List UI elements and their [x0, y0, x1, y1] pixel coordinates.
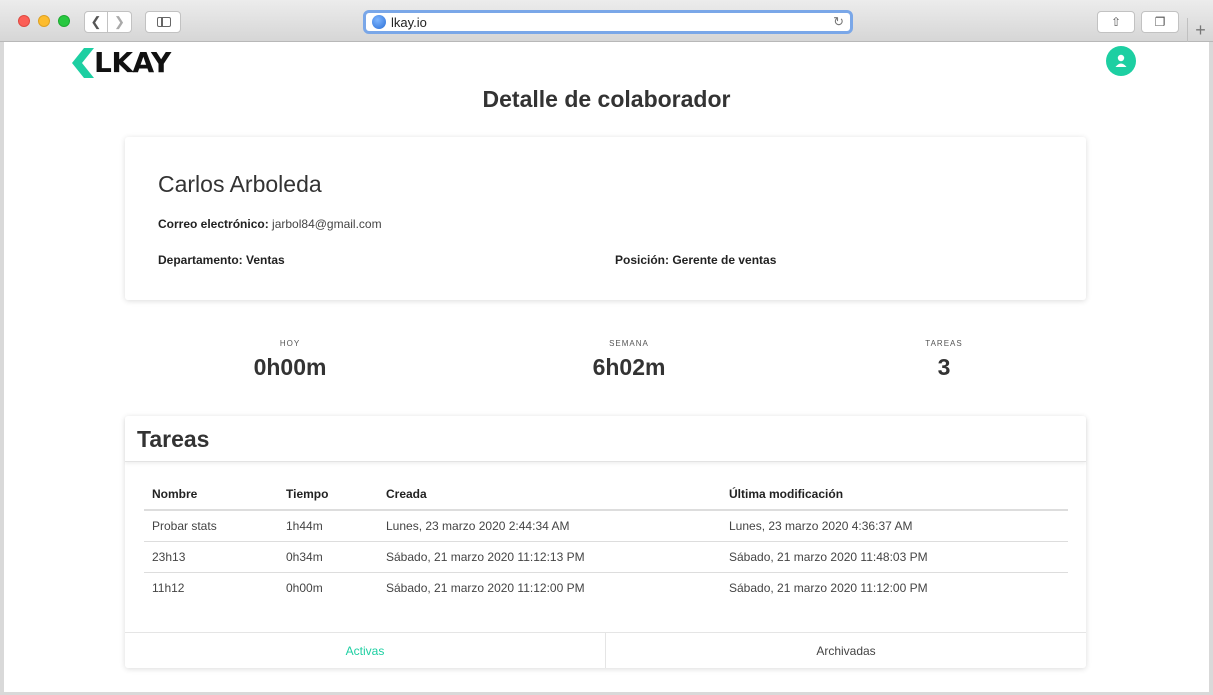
- department-text: Departamento: Ventas: [158, 253, 285, 267]
- task-created: Sábado, 21 marzo 2020 11:12:13 PM: [378, 541, 721, 573]
- minimize-window-button[interactable]: [38, 15, 50, 27]
- address-bar[interactable]: lkay.io ↻: [363, 10, 853, 34]
- employee-name: Carlos Arboleda: [158, 171, 322, 197]
- user-avatar-button[interactable]: [1106, 46, 1136, 76]
- column-header-modified[interactable]: Última modificación: [721, 478, 1068, 511]
- logo[interactable]: LKAY: [72, 46, 171, 79]
- task-time: 0h34m: [278, 541, 378, 573]
- stat-tasks-value: 3: [937, 354, 951, 380]
- user-icon: [1115, 54, 1127, 67]
- plus-icon: +: [1195, 19, 1206, 40]
- email-row: Correo electrónico: jarbol84@gmail.com: [158, 217, 382, 231]
- task-name: 11h12: [152, 580, 185, 595]
- task-name: 23h13: [144, 541, 278, 573]
- tab-overview-button[interactable]: ❐: [1141, 11, 1179, 33]
- email-value: jarbol84@gmail.com: [272, 217, 382, 231]
- new-tab-button[interactable]: +: [1187, 18, 1213, 42]
- logo-mark-icon: [72, 47, 94, 78]
- department-row: Departamento: Ventas: [158, 253, 285, 267]
- stat-tasks: TAREAS 3: [834, 339, 1054, 381]
- chevron-left-icon: ❮: [90, 14, 102, 29]
- tasks-card: Tareas Nombre Tiempo Creada Última modif…: [125, 416, 1086, 668]
- close-window-button[interactable]: [18, 15, 30, 27]
- stat-week-label: SEMANA: [609, 339, 649, 348]
- browser-toolbar: ❮ ❯ lkay.io ↻ ⇧ ❐ +: [0, 0, 1213, 42]
- tab-active-tasks[interactable]: Activas: [125, 633, 606, 668]
- table-row[interactable]: 23h13 0h34m Sábado, 21 marzo 2020 11:12:…: [144, 541, 1068, 573]
- email-label: Correo electrónico:: [158, 217, 269, 231]
- sidebar-icon: [157, 17, 171, 27]
- forward-button[interactable]: ❯: [108, 11, 132, 33]
- globe-icon: [372, 15, 386, 29]
- task-created: Sábado, 21 marzo 2020 11:12:00 PM: [386, 580, 585, 595]
- page: LKAY Detalle de colaborador Carlos Arbol…: [4, 42, 1209, 692]
- task-time: 1h44m: [278, 510, 378, 542]
- zoom-window-button[interactable]: [58, 15, 70, 27]
- tab-archived-tasks[interactable]: Archivadas: [606, 633, 1086, 668]
- position-row: Posición: Gerente de ventas: [615, 253, 776, 267]
- stat-today-label: HOY: [279, 339, 301, 348]
- employee-card: Carlos Arboleda Correo electrónico: jarb…: [125, 137, 1086, 300]
- stat-today: HOY 0h00m: [180, 339, 400, 381]
- url-text: lkay.io: [391, 14, 427, 30]
- logo-text: LKAY: [94, 46, 171, 79]
- share-button[interactable]: ⇧: [1097, 11, 1135, 33]
- sidebar-toggle-button[interactable]: [145, 11, 181, 33]
- table-row[interactable]: 11h12 0h00m Sábado, 21 marzo 2020 11:12:…: [144, 572, 1068, 603]
- stat-week-value: 6h02m: [592, 354, 666, 380]
- reload-icon[interactable]: ↻: [833, 14, 844, 30]
- tasks-header: Tareas: [125, 416, 1086, 462]
- task-tabs: Activas Archivadas: [125, 632, 1086, 668]
- page-title: Detalle de colaborador: [482, 86, 731, 112]
- stat-week: SEMANA 6h02m: [519, 339, 739, 381]
- table-row[interactable]: Probar stats 1h44m Lunes, 23 marzo 2020 …: [144, 510, 1068, 542]
- tasks-title: Tareas: [137, 426, 210, 452]
- column-header-name[interactable]: Nombre: [144, 478, 278, 511]
- task-modified: Sábado, 21 marzo 2020 11:48:03 PM: [721, 541, 1068, 573]
- share-icon: ⇧: [1110, 15, 1122, 29]
- task-name: Probar stats: [144, 510, 278, 542]
- stat-today-value: 0h00m: [253, 354, 327, 380]
- back-button[interactable]: ❮: [84, 11, 108, 33]
- task-created: Lunes, 23 marzo 2020 2:44:34 AM: [378, 510, 721, 542]
- task-time: 0h00m: [286, 580, 323, 595]
- position-text: Posición: Gerente de ventas: [615, 253, 777, 267]
- chevron-right-icon: ❯: [114, 14, 125, 29]
- task-modified: Lunes, 23 marzo 2020 4:36:37 AM: [721, 510, 1068, 542]
- task-modified: Sábado, 21 marzo 2020 11:12:00 PM: [729, 580, 928, 595]
- table-header-row: Nombre Tiempo Creada Última modificación: [144, 478, 1068, 511]
- column-header-time[interactable]: Tiempo: [278, 478, 378, 511]
- tasks-table: Nombre Tiempo Creada Última modificación…: [144, 478, 1068, 603]
- tabs-icon: ❐: [1154, 15, 1166, 29]
- stat-tasks-label: TAREAS: [925, 339, 963, 348]
- column-header-created[interactable]: Creada: [378, 478, 721, 511]
